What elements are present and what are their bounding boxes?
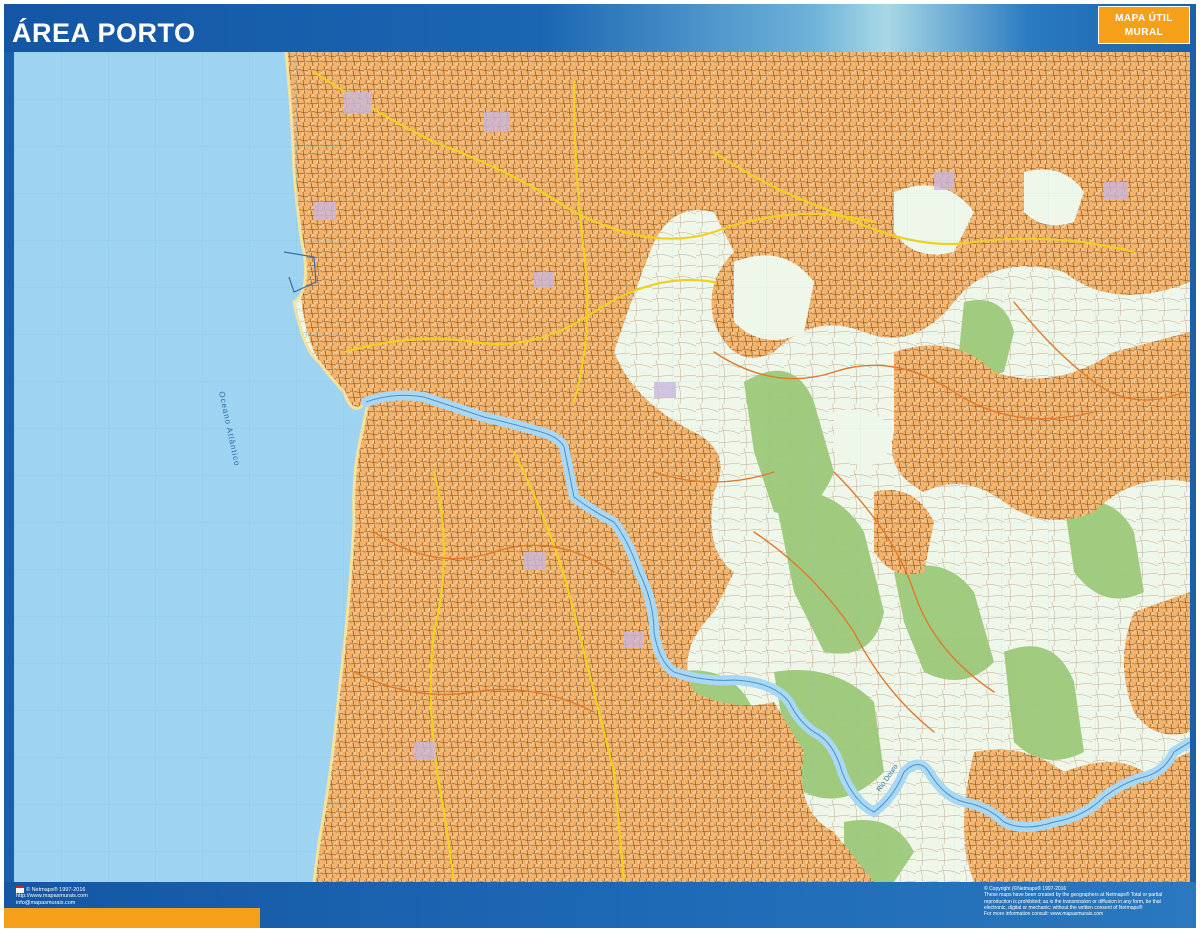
footer-website[interactable]: http://www.mapasmurais.com [16, 893, 88, 900]
footer-credits: © Netmaps® 1997-2016 http://www.mapasmur… [16, 886, 88, 906]
map-canvas[interactable]: Oceano Atlântico Rio Douro [14, 52, 1190, 882]
brand-badge: MAPA ÚTIL MURAL [1098, 6, 1190, 44]
flag-icon [16, 886, 24, 893]
legal-line-5: For more information consult: www.mapasm… [984, 911, 1104, 918]
legal-line-2: These maps have been created by the geog… [984, 892, 1163, 899]
badge-line-2: MURAL [1124, 27, 1164, 38]
map-area[interactable]: Oceano Atlântico Rio Douro [14, 52, 1190, 882]
header-band: ÁREA PORTO MAPA ÚTIL MURAL [4, 4, 1196, 52]
footer-band: © Netmaps® 1997-2016 http://www.mapasmur… [4, 882, 1196, 928]
map-poster: ÁREA PORTO MAPA ÚTIL MURAL Oceano Atlânt… [4, 4, 1196, 928]
footer-legal: © Copyright (©Netmaps® 1997-2016 These m… [984, 886, 1189, 917]
badge-line-1: MAPA ÚTIL [1115, 13, 1173, 24]
orange-strip [4, 908, 260, 928]
footer-copyright: © Netmaps® 1997-2016 [26, 886, 86, 893]
map-title: ÁREA PORTO [12, 18, 196, 48]
map-grid [14, 52, 1190, 882]
legal-line-3: reproduction is prohibited; as is the tr… [984, 898, 1161, 905]
footer-email[interactable]: info@mapasmurais.com [16, 900, 88, 907]
